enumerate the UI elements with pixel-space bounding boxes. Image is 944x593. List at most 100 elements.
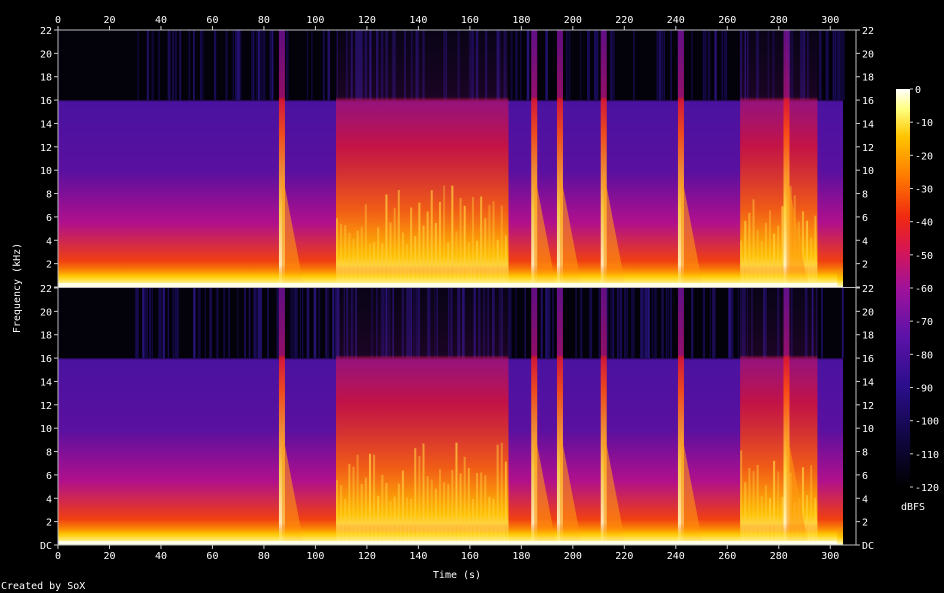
x-tick-label-top: 280: [770, 15, 788, 26]
y-tick-label-right: 20: [862, 49, 874, 60]
streak: [526, 30, 530, 101]
streak: [709, 288, 711, 359]
streak: [841, 30, 845, 101]
streak: [612, 30, 615, 101]
y-tick-label-right: 2: [862, 260, 868, 271]
y-tick-label: 16: [40, 354, 52, 365]
streak: [255, 288, 259, 359]
y-tick-label: 16: [40, 96, 52, 107]
x-tick-label: 0: [55, 551, 61, 562]
streak: [508, 288, 511, 359]
streak: [726, 30, 728, 101]
streak: [253, 30, 255, 101]
streak: [832, 30, 835, 101]
colorbar-gradient: [896, 89, 910, 487]
y-tick-label-right: 22: [862, 284, 874, 295]
x-tick-label: 200: [564, 551, 582, 562]
streak: [290, 288, 293, 359]
y-tick-label-right: 18: [862, 331, 874, 342]
y-tick-label: 14: [40, 377, 52, 388]
x-tick-label: 300: [821, 551, 839, 562]
streak: [172, 288, 175, 359]
streak: [820, 288, 824, 359]
streak: [306, 288, 310, 359]
streak: [656, 30, 659, 101]
streak: [552, 288, 554, 359]
y-tick-label-right: 18: [862, 73, 874, 84]
x-tick-label: 140: [409, 551, 427, 562]
streak: [589, 288, 593, 359]
streak: [610, 288, 613, 359]
y-axis-label: Frequency (kHz): [12, 243, 23, 333]
streak: [260, 288, 263, 359]
colorbar-tick-label: 0: [915, 85, 921, 96]
streak: [327, 30, 330, 101]
streak: [631, 288, 634, 359]
streak: [158, 30, 160, 101]
x-tick-label-top: 240: [667, 15, 685, 26]
streak: [545, 30, 548, 101]
silence-tail: [843, 30, 856, 287]
y-tick-label-right: 14: [862, 119, 874, 130]
y-tick-label-right: 10: [862, 166, 874, 177]
y-tick-label-right: 6: [862, 213, 868, 224]
streak: [610, 30, 613, 101]
y-tick-label-right: 16: [862, 354, 874, 365]
streak: [244, 288, 246, 359]
streak: [149, 288, 151, 359]
y-tick-label: DC: [40, 541, 52, 552]
streak: [663, 30, 665, 101]
streak: [262, 30, 266, 101]
streak: [251, 30, 254, 101]
y-tick-label-right: 2: [862, 518, 868, 529]
streak: [299, 288, 301, 359]
y-tick-label: 12: [40, 143, 52, 154]
streak: [702, 288, 706, 359]
streak: [302, 288, 304, 359]
colorbar-tick-label: -80: [915, 350, 933, 361]
streak: [825, 30, 829, 101]
x-tick-label-top: 60: [206, 15, 218, 26]
colorbar-tick-label: -20: [915, 151, 933, 162]
streak: [332, 288, 335, 359]
streak: [580, 288, 583, 359]
y-tick-label: 4: [46, 236, 52, 247]
streak: [176, 288, 179, 359]
colorbar-tick-label: -90: [915, 384, 933, 395]
streak: [668, 288, 670, 359]
streak: [146, 30, 149, 101]
y-tick-label: 20: [40, 307, 52, 318]
streak: [705, 30, 707, 101]
streak: [619, 288, 622, 359]
y-tick-label-right: 8: [862, 190, 868, 201]
streak: [216, 288, 219, 359]
streak: [202, 30, 204, 101]
streak: [642, 288, 645, 359]
streak: [172, 30, 174, 101]
y-tick-label: 6: [46, 471, 52, 482]
streak: [269, 30, 272, 101]
streak: [213, 30, 217, 101]
streak: [146, 288, 148, 359]
streak: [519, 30, 522, 101]
y-tick-label-right: DC: [862, 541, 874, 552]
streak: [624, 288, 626, 359]
channel-panel-1: [58, 30, 856, 287]
streak: [515, 288, 517, 359]
x-tick-label-top: 20: [103, 15, 115, 26]
streak: [515, 30, 518, 101]
streak: [707, 30, 711, 101]
x-tick-label-top: 220: [615, 15, 633, 26]
streak: [179, 30, 182, 101]
streak: [670, 30, 672, 101]
x-tick-label: 100: [306, 551, 324, 562]
streak: [142, 288, 145, 359]
streak: [691, 30, 693, 101]
y-tick-label: 18: [40, 73, 52, 84]
streak: [258, 288, 261, 359]
streak: [510, 30, 513, 101]
colorbar-tick-label: -60: [915, 284, 933, 295]
streak: [237, 30, 240, 101]
streak: [651, 288, 654, 359]
streak: [730, 288, 734, 359]
